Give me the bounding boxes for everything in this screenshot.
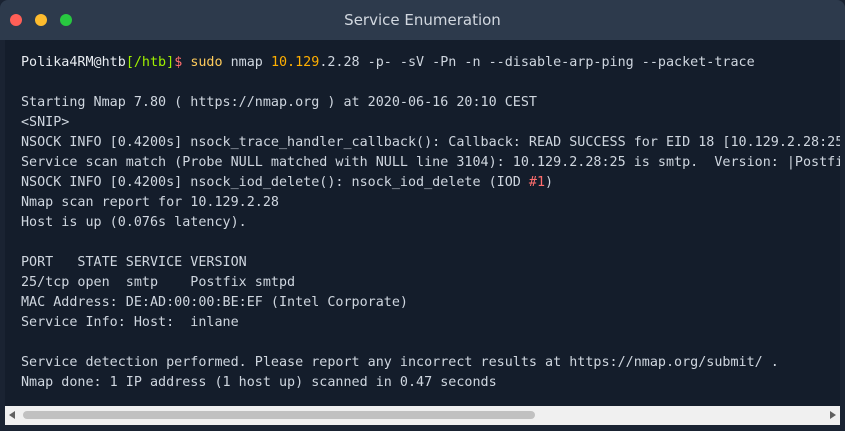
command-args: .2.28 -p- -sV -Pn -n --disable-arp-ping … xyxy=(319,55,755,70)
command-nmap: nmap xyxy=(222,55,271,70)
command-ip-highlight: 10.129 xyxy=(270,55,320,70)
output-line: <SNIP> xyxy=(21,115,70,130)
prompt-path: [/htb] xyxy=(125,55,175,70)
output-line: PORT STATE SERVICE VERSION xyxy=(21,255,247,270)
output-line: NSOCK INFO [0.4200s] nsock_iod_delete():… xyxy=(21,173,553,193)
window-bottom-edge xyxy=(0,425,845,431)
scrollbar-thumb[interactable] xyxy=(23,411,535,419)
command-sudo: sudo xyxy=(190,55,223,70)
output-line: Starting Nmap 7.80 ( https://nmap.org ) … xyxy=(21,95,537,110)
terminal-output[interactable]: Polika4RM@htb[/htb]$ sudo nmap 10.129.2.… xyxy=(5,40,840,406)
output-line: MAC Address: DE:AD:00:00:BE:EF (Intel Co… xyxy=(21,295,408,310)
output-line: NSOCK INFO [0.4200s] nsock_trace_handler… xyxy=(21,135,840,150)
output-line: 25/tcp open smtp Postfix smtpd xyxy=(21,275,296,290)
output-text: ) xyxy=(545,175,554,190)
horizontal-scrollbar[interactable] xyxy=(5,406,840,425)
output-line: Host is up (0.076s latency). xyxy=(21,215,247,230)
prompt-user-host: Polika4RM@htb xyxy=(21,55,126,70)
title-bar: Service Enumeration xyxy=(0,0,845,40)
iod-number: #1 xyxy=(528,175,546,190)
output-line: Service Info: Host: inlane xyxy=(21,315,239,330)
window-title: Service Enumeration xyxy=(344,11,501,29)
scroll-left-icon[interactable] xyxy=(9,411,15,419)
output-line: Nmap scan report for 10.129.2.28 xyxy=(21,195,279,210)
scroll-right-icon[interactable] xyxy=(830,411,836,419)
output-line: Service scan match (Probe NULL matched w… xyxy=(21,155,840,170)
prompt-dollar: $ xyxy=(174,55,183,70)
output-line: Service detection performed. Please repo… xyxy=(21,355,779,370)
output-line: Nmap done: 1 IP address (1 host up) scan… xyxy=(21,375,497,390)
command-line: Polika4RM@htb[/htb]$ sudo nmap 10.129.2.… xyxy=(21,53,755,73)
output-text: NSOCK INFO [0.4200s] nsock_iod_delete():… xyxy=(21,175,529,190)
terminal-window: Service Enumeration Polika4RM@htb[/htb]$… xyxy=(0,0,845,431)
